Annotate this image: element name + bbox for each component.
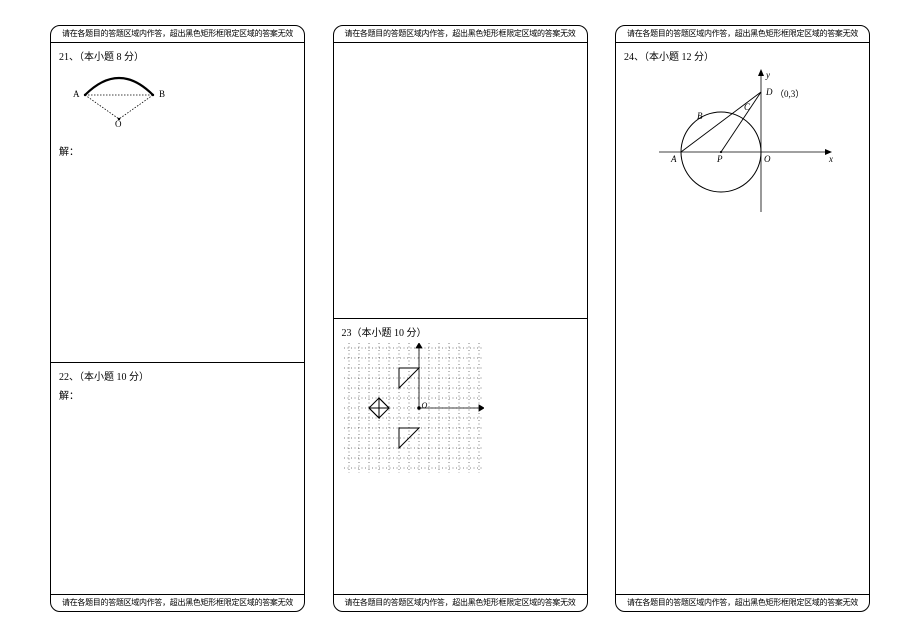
question-22-title: 22、（本小题 10 分） bbox=[59, 368, 296, 383]
question-23-figure: O bbox=[344, 343, 484, 473]
label-d-coord: （0,3） bbox=[775, 87, 804, 100]
label-y: y bbox=[766, 70, 770, 80]
question-21-title: 21、（本小题 8 分） bbox=[59, 48, 296, 63]
answer-column-3: 请在各题目的答题区域内作答，超出黑色矩形框限定区域的答案无效 24、（本小题 1… bbox=[615, 25, 870, 612]
label-b: B bbox=[697, 111, 703, 121]
label-d: D bbox=[766, 87, 773, 97]
question-21-area[interactable]: 21、（本小题 8 分） A B O 解： bbox=[51, 43, 304, 363]
label-a: A bbox=[73, 89, 80, 99]
column-header: 请在各题目的答题区域内作答，超出黑色矩形框限定区域的答案无效 bbox=[616, 26, 869, 43]
blank-continuation-area[interactable] bbox=[334, 43, 587, 318]
label-a: A bbox=[671, 154, 677, 164]
column-header: 请在各题目的答题区域内作答，超出黑色矩形框限定区域的答案无效 bbox=[51, 26, 304, 43]
label-c: C bbox=[744, 102, 750, 112]
column-footer: 请在各题目的答题区域内作答，超出黑色矩形框限定区域的答案无效 bbox=[334, 594, 587, 611]
column-footer: 请在各题目的答题区域内作答，超出黑色矩形框限定区域的答案无效 bbox=[616, 594, 869, 611]
answer-column-1: 请在各题目的答题区域内作答，超出黑色矩形框限定区域的答案无效 21、（本小题 8… bbox=[50, 25, 305, 612]
question-22-area[interactable]: 22、（本小题 10 分） 解： bbox=[51, 362, 304, 594]
label-o: O bbox=[422, 401, 428, 410]
question-24-area[interactable]: 24、（本小题 12 分） y x D bbox=[616, 43, 869, 595]
column-content: 21、（本小题 8 分） A B O 解： 22、（本小题 10 分） 解： bbox=[51, 43, 304, 595]
question-23-area[interactable]: 23（本小题 10 分） bbox=[334, 318, 587, 594]
label-o: O bbox=[764, 154, 771, 164]
question-22-solve: 解： bbox=[59, 387, 296, 402]
column-content: 24、（本小题 12 分） y x D bbox=[616, 43, 869, 595]
question-24-figure: y x D （0,3） C B A P O bbox=[659, 67, 839, 217]
question-23-title: 23（本小题 10 分） bbox=[342, 324, 579, 339]
answer-column-2: 请在各题目的答题区域内作答，超出黑色矩形框限定区域的答案无效 23（本小题 10… bbox=[333, 25, 588, 612]
question-24-title: 24、（本小题 12 分） bbox=[624, 48, 861, 63]
column-header: 请在各题目的答题区域内作答，超出黑色矩形框限定区域的答案无效 bbox=[334, 26, 587, 43]
column-content: 23（本小题 10 分） bbox=[334, 43, 587, 595]
label-p: P bbox=[717, 154, 723, 164]
column-footer: 请在各题目的答题区域内作答，超出黑色矩形框限定区域的答案无效 bbox=[51, 594, 304, 611]
label-b: B bbox=[159, 89, 165, 99]
question-21-figure: A B O bbox=[63, 67, 183, 137]
label-x: x bbox=[829, 154, 833, 164]
question-21-solve: 解： bbox=[59, 143, 296, 158]
label-o: O bbox=[115, 119, 122, 129]
